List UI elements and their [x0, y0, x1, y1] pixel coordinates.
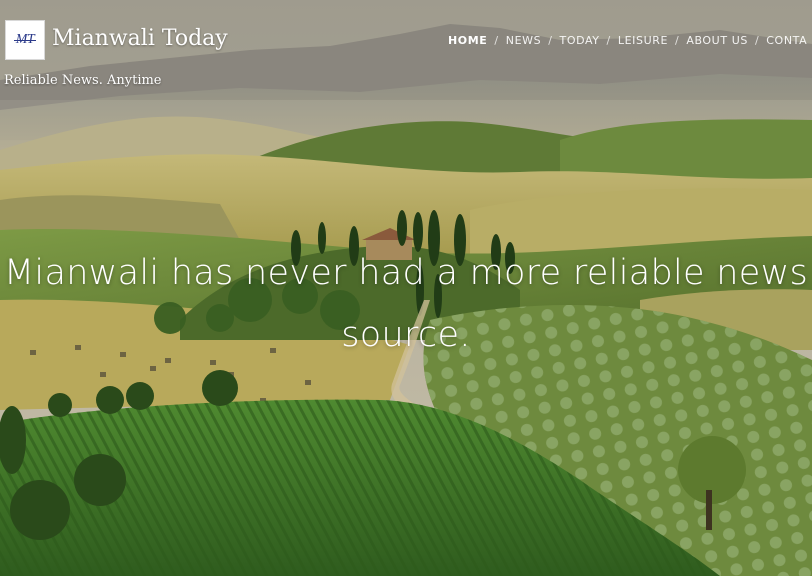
nav-news[interactable]: NEWS: [506, 34, 541, 47]
site-header: MT Mianwali Today Reliable News. Anytime…: [0, 0, 812, 100]
hero-headline-line-1: Mianwali has never had a more reliable n…: [3, 253, 809, 293]
main-nav: HOME / NEWS / TODAY / LEISURE / ABOUT US / CONTA: [448, 34, 807, 47]
nav-separator: /: [675, 34, 680, 47]
nav-separator: /: [754, 34, 760, 47]
nav-today[interactable]: TODAY: [560, 34, 600, 47]
nav-separator: /: [606, 34, 611, 47]
site-title[interactable]: Mianwali Today: [52, 26, 228, 51]
logo-monogram: MT: [13, 32, 37, 47]
nav-contact[interactable]: CONTA: [766, 34, 807, 47]
hero-headline: Mianwali has never had a more reliable n…: [0, 242, 812, 366]
hero-headline-line-2: source.: [341, 315, 471, 355]
nav-separator: /: [548, 34, 553, 47]
site-tagline: Reliable News. Anytime: [4, 73, 162, 88]
nav-home[interactable]: HOME: [448, 34, 487, 47]
site-logo[interactable]: MT: [5, 20, 45, 60]
nav-about-us[interactable]: ABOUT US: [686, 34, 748, 47]
nav-leisure[interactable]: LEISURE: [618, 34, 668, 47]
nav-separator: /: [494, 34, 499, 47]
